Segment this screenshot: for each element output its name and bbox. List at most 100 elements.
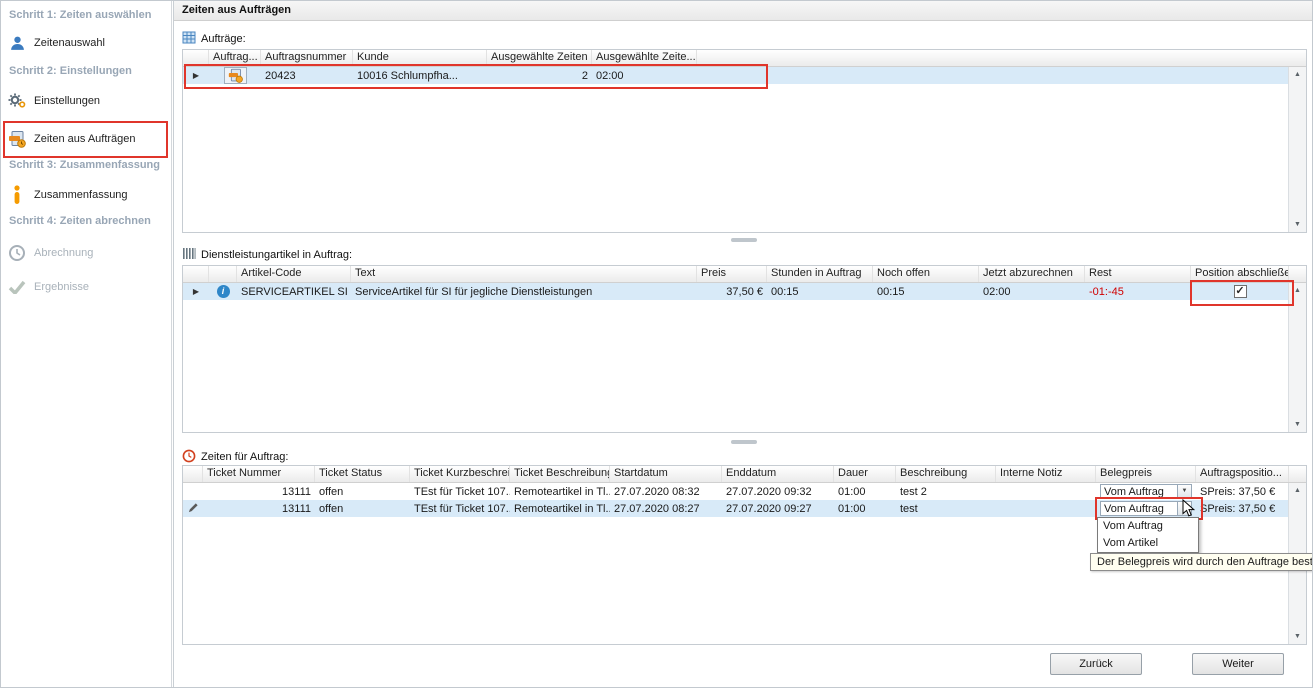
time-row[interactable]: 13111 offen TEst für Ticket 107... Remot… <box>183 483 1289 500</box>
scroll-up-button[interactable]: ▲ <box>1289 283 1306 298</box>
column-header[interactable]: Beschreibung <box>896 466 996 482</box>
cell-ticket-status: offen <box>315 486 410 498</box>
time-row[interactable]: 13111 offen TEst für Ticket 107... Remot… <box>183 500 1289 517</box>
cell-kunde: 10016 Schlumpfha... <box>353 70 487 82</box>
sidebar-item-label: Zusammenfassung <box>34 189 128 201</box>
column-header[interactable]: Auftragsnummer <box>261 50 353 66</box>
articles-header-row: Artikel-Code Text Preis Stunden in Auftr… <box>183 266 1306 283</box>
app-window: Schritt 1: Zeiten auswählen Zeitenauswah… <box>0 0 1313 688</box>
articles-section-label: Dienstleistungartikel in Auftrag: <box>182 247 352 263</box>
step1-header: Schritt 1: Zeiten auswählen <box>9 9 151 21</box>
article-row[interactable]: ▶ i SERVICEARTIKEL SI ServiceArtikel für… <box>183 283 1289 300</box>
column-header[interactable]: Auftrag... <box>209 50 261 66</box>
column-header[interactable]: Ticket Nummer <box>203 466 315 482</box>
current-row-arrow-icon: ▶ <box>193 71 199 80</box>
belegpreis-combobox[interactable]: Vom Auftrag ▼ <box>1100 484 1192 499</box>
splitter-handle[interactable] <box>731 238 757 242</box>
sidebar-item-zeitenauswahl[interactable]: Zeitenauswahl <box>7 29 165 57</box>
column-header[interactable]: Jetzt abzurechnen <box>979 266 1085 282</box>
info-circle-icon[interactable]: i <box>217 285 230 298</box>
cell-rest: -01:-45 <box>1085 286 1191 298</box>
scroll-up-button[interactable]: ▲ <box>1289 67 1306 82</box>
sidebar-item-label: Zeitenauswahl <box>34 37 105 49</box>
times-section-title: Zeiten für Auftrag: <box>201 451 288 463</box>
dropdown-option-vom-artikel[interactable]: Vom Artikel <box>1098 535 1198 552</box>
vertical-scrollbar[interactable]: ▲ ▼ <box>1288 67 1306 232</box>
orders-section-title: Aufträge: <box>201 33 246 45</box>
checkbox-checked-icon: ✓ <box>1235 286 1244 297</box>
column-header[interactable]: Enddatum <box>722 466 834 482</box>
sidebar-item-label: Zeiten aus Aufträgen <box>34 133 136 145</box>
row-selector-cell: ▶ <box>183 287 209 296</box>
column-header[interactable]: Stunden in Auftrag <box>767 266 873 282</box>
cell-belegpreis: Vom Auftrag ▼ <box>1096 484 1196 499</box>
cell-stunden-in-auftrag: 00:15 <box>767 286 873 298</box>
page-title: Zeiten aus Aufträgen <box>174 1 1313 21</box>
sidebar-item-einstellungen[interactable]: Einstellungen <box>7 87 165 115</box>
scroll-down-button[interactable]: ▼ <box>1289 417 1306 432</box>
vertical-scrollbar[interactable]: ▲ ▼ <box>1288 283 1306 432</box>
cell-auftragsnummer: 20423 <box>261 70 353 82</box>
tooltip: Der Belegpreis wird durch den Auftrage b… <box>1090 553 1313 571</box>
cell-beschreibung: test 2 <box>896 486 996 498</box>
column-header[interactable]: Ausgewählte Zeiten <box>487 50 592 66</box>
cell-startdatum: 27.07.2020 08:27 <box>610 503 722 515</box>
scroll-up-button[interactable]: ▲ <box>1289 483 1306 498</box>
column-header[interactable]: Ticket Beschreibung <box>510 466 610 482</box>
column-header-selector <box>183 266 209 282</box>
order-row[interactable]: ▶ 20423 10016 Schlumpfha... 2 02:00 <box>183 67 1289 84</box>
times-section-label: Zeiten für Auftrag: <box>182 449 288 465</box>
column-header[interactable]: Preis <box>697 266 767 282</box>
scroll-down-button[interactable]: ▼ <box>1289 217 1306 232</box>
order-icon-cell <box>209 67 261 84</box>
sidebar-item-zusammenfassung[interactable]: Zusammenfassung <box>7 181 165 209</box>
red-clock-icon <box>182 449 196 466</box>
orders-grid-body: ▶ 20423 10016 Schlumpfha... 2 02:00 <box>183 67 1289 232</box>
chevron-down-icon[interactable]: ▼ <box>1177 485 1191 498</box>
scroll-down-button[interactable]: ▼ <box>1289 629 1306 644</box>
column-header[interactable]: Text <box>351 266 697 282</box>
column-header[interactable]: Position abschließen <box>1191 266 1289 282</box>
sidebar-item-abrechnung: Abrechnung <box>7 239 165 267</box>
cell-preis: 37,50 € <box>697 286 767 298</box>
column-header[interactable]: Startdatum <box>610 466 722 482</box>
combobox-value: Vom Auftrag <box>1101 486 1177 498</box>
splitter-handle[interactable] <box>731 440 757 444</box>
column-header[interactable]: Noch offen <box>873 266 979 282</box>
column-header[interactable]: Dauer <box>834 466 896 482</box>
cell-enddatum: 27.07.2020 09:32 <box>722 486 834 498</box>
sidebar-item-zeiten-aus-auftraegen[interactable]: Zeiten aus Aufträgen <box>7 125 165 153</box>
cell-noch-offen: 00:15 <box>873 286 979 298</box>
dropdown-option-vom-auftrag[interactable]: Vom Auftrag <box>1098 518 1198 535</box>
column-header[interactable]: Auftragspositio... <box>1196 466 1289 482</box>
column-header[interactable]: Rest <box>1085 266 1191 282</box>
column-header[interactable]: Ticket Status <box>315 466 410 482</box>
column-header-icon <box>209 266 237 282</box>
gears-icon <box>7 91 27 111</box>
order-icon[interactable] <box>224 67 247 84</box>
orders-grid: Auftrag... Auftragsnummer Kunde Ausgewäh… <box>182 49 1307 233</box>
cell-auftragsposition: SPreis: 37,50 € <box>1196 503 1289 515</box>
column-header[interactable]: Ausgewählte Zeite... <box>592 50 697 66</box>
cell-ausgewaehlte-zeiten-dauer: 02:00 <box>592 70 697 82</box>
back-button[interactable]: Zurück <box>1050 653 1142 675</box>
sidebar-item-ergebnisse: Ergebnisse <box>7 273 165 301</box>
cell-ticket-beschreibung: Remoteartikel in Tl... <box>510 486 610 498</box>
info-icon-cell: i <box>209 285 237 298</box>
cell-dauer: 01:00 <box>834 503 896 515</box>
cell-ticket-nummer: 13111 <box>203 503 315 515</box>
orders-section-label: Aufträge: <box>182 31 246 47</box>
chevron-down-icon[interactable]: ▼ <box>1177 502 1191 515</box>
sidebar-item-label: Einstellungen <box>34 95 100 107</box>
column-header[interactable]: Artikel-Code <box>237 266 351 282</box>
belegpreis-combobox-open[interactable]: Vom Auftrag ▼ <box>1100 501 1192 516</box>
column-header[interactable]: Ticket Kurzbeschrei... <box>410 466 510 482</box>
column-header[interactable]: Belegpreis <box>1096 466 1196 482</box>
next-button[interactable]: Weiter <box>1192 653 1284 675</box>
column-header[interactable]: Interne Notiz <box>996 466 1096 482</box>
column-header[interactable]: Kunde <box>353 50 487 66</box>
sidebar-item-label: Abrechnung <box>34 247 93 259</box>
step3-header: Schritt 3: Zusammenfassung <box>9 159 160 171</box>
position-abschliessen-checkbox[interactable]: ✓ <box>1234 285 1247 298</box>
clock-icon <box>7 243 27 263</box>
